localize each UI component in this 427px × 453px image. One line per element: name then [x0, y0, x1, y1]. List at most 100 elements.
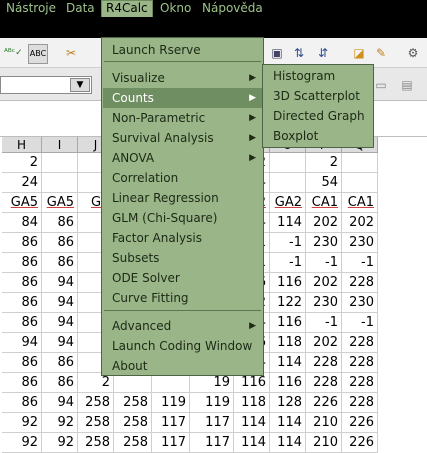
grid-cell[interactable]: 258 [114, 433, 152, 453]
grid-cell[interactable]: GA2 [270, 193, 306, 213]
grid-cell[interactable]: 210 [306, 413, 342, 433]
grid-cell[interactable] [270, 153, 306, 173]
grid-cell[interactable]: 86 [42, 353, 78, 373]
grid-cell[interactable]: 86 [42, 213, 78, 233]
grid-cell[interactable]: 86 [42, 373, 78, 393]
grid-cell[interactable]: 114 [234, 433, 270, 453]
grid-cell[interactable]: 202 [306, 213, 342, 233]
grid-cell[interactable]: 2 [78, 373, 114, 393]
grid-cell[interactable]: -1 [342, 313, 378, 333]
grid-cell[interactable]: 230 [306, 293, 342, 313]
grid-cell[interactable]: 228 [342, 393, 378, 413]
grid-cell[interactable] [342, 173, 378, 193]
grid-cell[interactable]: 84 [2, 213, 42, 233]
menu-data[interactable]: Data [62, 0, 99, 17]
grid-cell[interactable]: 86 [2, 233, 42, 253]
grid-cell[interactable]: 258 [78, 413, 114, 433]
cut-icon[interactable]: ✂ [62, 44, 80, 62]
sort-descending-icon[interactable]: ⇵ [314, 44, 332, 62]
grid-cell[interactable]: 119 [190, 393, 234, 413]
grid-cell[interactable] [342, 153, 378, 173]
grid-cell[interactable]: 226 [342, 433, 378, 453]
grid-cell[interactable]: 122 [270, 293, 306, 313]
grid-cell[interactable]: 117 [152, 433, 190, 453]
grid-cell[interactable]: 202 [306, 273, 342, 293]
submenu-directed-graph[interactable]: Directed Graph [264, 106, 372, 126]
grid-cell[interactable]: 230 [342, 233, 378, 253]
grid-cell[interactable] [42, 153, 78, 173]
submenu-histogram[interactable]: Histogram [264, 66, 372, 86]
grid-cell[interactable]: 210 [306, 433, 342, 453]
grid-cell[interactable]: 116 [270, 273, 306, 293]
menuitem-factor-analysis[interactable]: Factor Analysis [103, 228, 262, 248]
grid-cell[interactable]: 258 [78, 393, 114, 413]
grid-cell[interactable]: 86 [2, 293, 42, 313]
menuitem-advanced[interactable]: Advanced ▶ [103, 316, 262, 336]
grid-cell[interactable]: 86 [2, 393, 42, 413]
grid-cell[interactable]: -1 [306, 313, 342, 333]
menuitem-ode-solver[interactable]: ODE Solver [103, 268, 262, 288]
grid-cell[interactable]: 116 [234, 373, 270, 393]
gallery-icon[interactable]: ⚙ [404, 44, 422, 62]
menuitem-counts[interactable]: Counts ▶ [103, 88, 262, 108]
menuitem-subsets[interactable]: Subsets [103, 248, 262, 268]
grid-cell[interactable]: 226 [306, 393, 342, 413]
chart-icon[interactable]: ◪ [350, 44, 368, 62]
sort-ascending-icon[interactable]: ⇅ [290, 44, 308, 62]
grid-cell[interactable]: 92 [42, 413, 78, 433]
save-icon[interactable]: ▣ [268, 44, 286, 62]
grid-cell[interactable]: 118 [234, 393, 270, 413]
submenu-3d-scatterplot[interactable]: 3D Scatterplot [264, 86, 372, 106]
column-header[interactable]: I [42, 137, 78, 153]
grid-cell[interactable]: 114 [234, 413, 270, 433]
grid-cell[interactable]: 117 [190, 413, 234, 433]
grid-cell[interactable]: 19 [190, 373, 234, 393]
grid-cell[interactable]: 2 [306, 153, 342, 173]
grid-cell[interactable]: 228 [306, 373, 342, 393]
grid-cell[interactable]: 94 [42, 333, 78, 353]
grid-cell[interactable]: 114 [270, 413, 306, 433]
grid-cell[interactable]: -1 [270, 233, 306, 253]
grid-cell[interactable]: 128 [270, 393, 306, 413]
grid-cell[interactable]: 86 [2, 273, 42, 293]
grid-cell[interactable]: 94 [42, 313, 78, 333]
grid-cell[interactable]: 92 [42, 433, 78, 453]
grid-cell[interactable]: 86 [2, 313, 42, 333]
grid-cell[interactable]: -1 [270, 253, 306, 273]
grid-cell[interactable]: 116 [270, 313, 306, 333]
grid-cell[interactable]: 86 [42, 233, 78, 253]
grid-cell[interactable]: 118 [270, 333, 306, 353]
menuitem-survival-analysis[interactable]: Survival Analysis ▶ [103, 128, 262, 148]
grid-cell[interactable]: 94 [42, 293, 78, 313]
grid-cell[interactable]: 230 [342, 293, 378, 313]
grid-cell[interactable]: 228 [342, 353, 378, 373]
grid-cell[interactable]: GA5 [42, 193, 78, 213]
grid-cell[interactable]: 86 [2, 353, 42, 373]
grid-cell[interactable]: 24 [2, 173, 42, 193]
grid-cell[interactable]: 2 [2, 153, 42, 173]
grid-cell[interactable]: 119 [152, 393, 190, 413]
grid-cell[interactable]: 258 [114, 413, 152, 433]
grid-cell[interactable]: 228 [306, 353, 342, 373]
menuitem-correlation[interactable]: Correlation [103, 168, 262, 188]
grid-cell[interactable]: 94 [2, 333, 42, 353]
grid-cell[interactable]: 114 [270, 433, 306, 453]
grid-cell[interactable]: 94 [42, 393, 78, 413]
grid-cell[interactable] [270, 173, 306, 193]
menu-napoveda[interactable]: Nápověda [198, 0, 267, 17]
menuitem-curve-fitting[interactable]: Curve Fitting [103, 288, 262, 308]
grid-cell[interactable]: 202 [306, 333, 342, 353]
grid-cell[interactable]: 258 [78, 433, 114, 453]
menuitem-about[interactable]: About [103, 356, 262, 376]
grid-cell[interactable]: 86 [2, 253, 42, 273]
grid-cell[interactable]: 54 [306, 173, 342, 193]
draw-icon[interactable]: ✎ [372, 44, 390, 62]
grid-cell[interactable]: 202 [342, 213, 378, 233]
toolbar-icon-e[interactable]: ▤ [398, 76, 416, 94]
grid-cell[interactable]: 228 [342, 333, 378, 353]
grid-cell[interactable] [114, 373, 152, 393]
grid-cell[interactable]: 258 [114, 393, 152, 413]
autospell-icon[interactable]: ABC [28, 44, 48, 64]
name-box-dropdown-icon[interactable]: ▼ [70, 78, 90, 92]
grid-cell[interactable]: 86 [2, 373, 42, 393]
